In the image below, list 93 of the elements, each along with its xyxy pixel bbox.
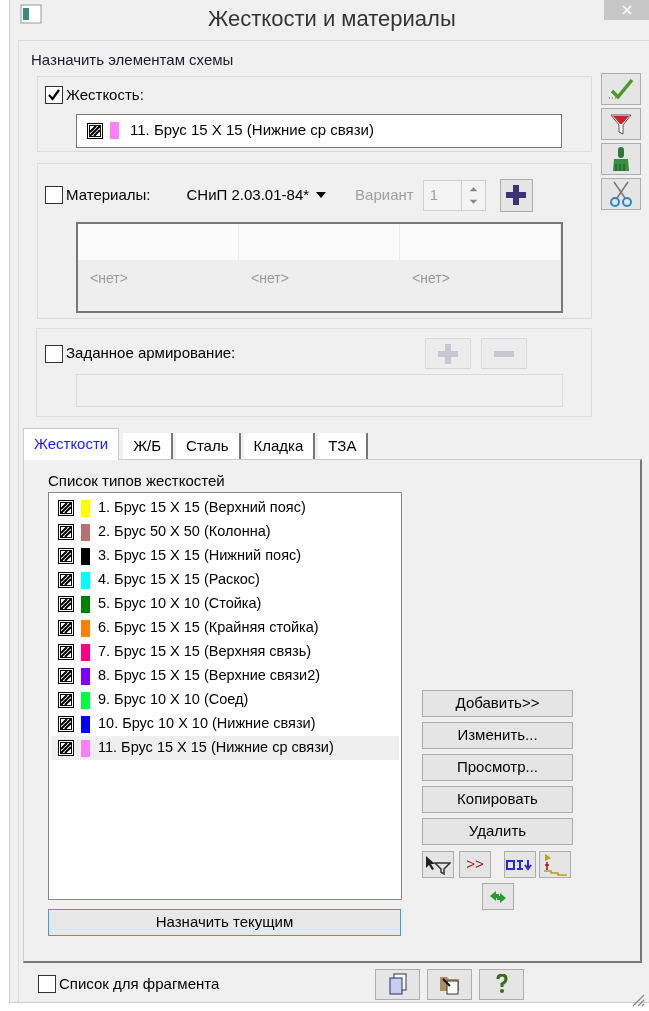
checkbox-label: Список для фрагмента: [59, 973, 220, 994]
cut-button[interactable]: [601, 178, 641, 210]
hatch-icon: [58, 548, 74, 564]
hatch-icon: [58, 596, 74, 612]
resize-grip-icon: [631, 993, 645, 1007]
refresh-button[interactable]: [482, 883, 514, 910]
checkbox[interactable]: [45, 86, 63, 105]
filter-icon: [609, 112, 633, 136]
item-label: 8. Брус 15 X 15 (Верхние связи2): [98, 666, 321, 686]
item-label: 4. Брус 15 X 15 (Раскос): [98, 570, 260, 590]
tab[interactable]: ТЗА: [318, 433, 369, 459]
checkbox-label: Жесткость:: [66, 85, 144, 105]
help-button[interactable]: [479, 968, 525, 1000]
minus-icon: [494, 350, 515, 357]
list-item[interactable]: 2. Брус 50 X 50 (Колонна): [51, 520, 399, 544]
add-button[interactable]: [499, 178, 533, 212]
checkbox-label: Заданное армирование:: [66, 343, 236, 364]
filter-button[interactable]: [601, 108, 641, 140]
hatch-icon: [58, 500, 74, 516]
spacing-icon: [506, 858, 534, 871]
hatch-icon: [58, 644, 74, 660]
window-title: Жесткости и материалы: [208, 5, 456, 33]
list-item[interactable]: 8. Брус 15 X 15 (Верхние связи2): [51, 664, 399, 688]
list-item[interactable]: 6. Брус 15 X 15 (Крайняя стойка): [51, 616, 399, 640]
more-button[interactable]: >>: [459, 851, 491, 878]
variant-label: Вариант: [355, 184, 414, 205]
checkbox-label: Материалы:: [66, 184, 151, 205]
action-button[interactable]: Просмотр...: [422, 754, 573, 781]
plus-icon: [505, 184, 528, 206]
documents-icon: [387, 973, 408, 995]
action-button[interactable]: Добавить>>: [422, 690, 573, 717]
tab[interactable]: Жесткости: [23, 428, 120, 460]
action-button[interactable]: Изменить...: [422, 722, 573, 749]
spinner-value: 1: [428, 184, 439, 205]
copy-button[interactable]: [375, 968, 421, 1000]
close-icon: [622, 6, 632, 14]
list-item[interactable]: 10. Брус 10 X 10 (Нижние связи): [51, 712, 399, 736]
item-label: 6. Брус 15 X 15 (Крайняя стойка): [98, 618, 319, 638]
item-label: 3. Брус 15 X 15 (Нижний пояс): [98, 546, 302, 566]
select-filter-button[interactable]: [422, 851, 454, 878]
assign-current-button[interactable]: Назначить текущим: [48, 909, 401, 936]
list-item[interactable]: 1. Брус 15 X 15 (Верхний пояс): [51, 496, 399, 520]
table-cell-text: <нет>: [89, 269, 129, 288]
field-value: 11. Брус 15 X 15 (Нижние ср связи): [130, 120, 374, 141]
norm-dropdown[interactable]: СНиП 2.03.01-84*: [186, 183, 327, 207]
item-label: 11. Брус 15 X 15 (Нижние ср связи): [98, 738, 334, 758]
hatch-icon: [58, 668, 74, 684]
list-item[interactable]: 7. Брус 15 X 15 (Верхняя связь): [51, 640, 399, 664]
app-icon: [20, 4, 42, 24]
list-item[interactable]: 9. Брус 10 X 10 (Соед): [51, 688, 399, 712]
hatch-icon: [87, 122, 103, 139]
import-button[interactable]: [427, 968, 473, 1000]
hatch-icon: [58, 716, 74, 732]
checkbox[interactable]: [38, 975, 56, 993]
list-item[interactable]: 3. Брус 15 X 15 (Нижний пояс): [51, 544, 399, 568]
table-cell-text: <нет>: [411, 269, 451, 288]
hatch-icon: [58, 740, 74, 756]
stairs-button[interactable]: [539, 851, 571, 878]
tab[interactable]: Сталь: [176, 433, 241, 459]
spacing-button[interactable]: [504, 851, 536, 878]
list-title: Список типов жесткостей: [48, 471, 226, 490]
list-item[interactable]: 5. Брус 10 X 10 (Стойка): [51, 592, 399, 616]
cursor-filter-icon: [425, 854, 451, 875]
tab[interactable]: Ж/Б: [123, 433, 174, 459]
hatch-icon: [58, 524, 74, 540]
scissors-icon: [609, 181, 633, 207]
item-label: 2. Брус 50 X 50 (Колонна): [98, 522, 271, 542]
stairs-icon: [542, 852, 568, 877]
check-icon: [607, 77, 635, 101]
brush-icon: [611, 146, 631, 172]
hatch-icon: [58, 572, 74, 588]
caret-icon: [316, 192, 327, 198]
brush-button[interactable]: [601, 143, 641, 175]
list-item[interactable]: 11. Брус 15 X 15 (Нижние ср связи): [51, 736, 399, 760]
checkbox[interactable]: [45, 344, 63, 363]
item-label: 9. Брус 10 X 10 (Соед): [98, 690, 249, 710]
table-cell-text: <нет>: [250, 269, 290, 288]
stiffness-field[interactable]: 11. Брус 15 X 15 (Нижние ср связи): [76, 113, 562, 148]
tab[interactable]: Кладка: [243, 433, 316, 459]
item-label: 1. Брус 15 X 15 (Верхний пояс): [98, 498, 306, 518]
section-label: Назначить элементам схемы: [31, 50, 235, 69]
action-button[interactable]: Удалить: [422, 818, 573, 845]
list-item[interactable]: 4. Брус 15 X 15 (Раскос): [51, 568, 399, 592]
hatch-icon: [58, 692, 74, 708]
question-mark-icon: [495, 974, 508, 994]
item-label: 7. Брус 15 X 15 (Верхняя связь): [98, 642, 312, 662]
checkbox[interactable]: [45, 186, 63, 204]
action-button[interactable]: Копировать: [422, 786, 573, 813]
item-label: 10. Брус 10 X 10 (Нижние связи): [98, 714, 316, 734]
plus-icon: [438, 343, 459, 364]
item-label: 5. Брус 10 X 10 (Стойка): [98, 594, 262, 614]
apply-button[interactable]: [601, 73, 641, 105]
hatch-icon: [58, 620, 74, 636]
